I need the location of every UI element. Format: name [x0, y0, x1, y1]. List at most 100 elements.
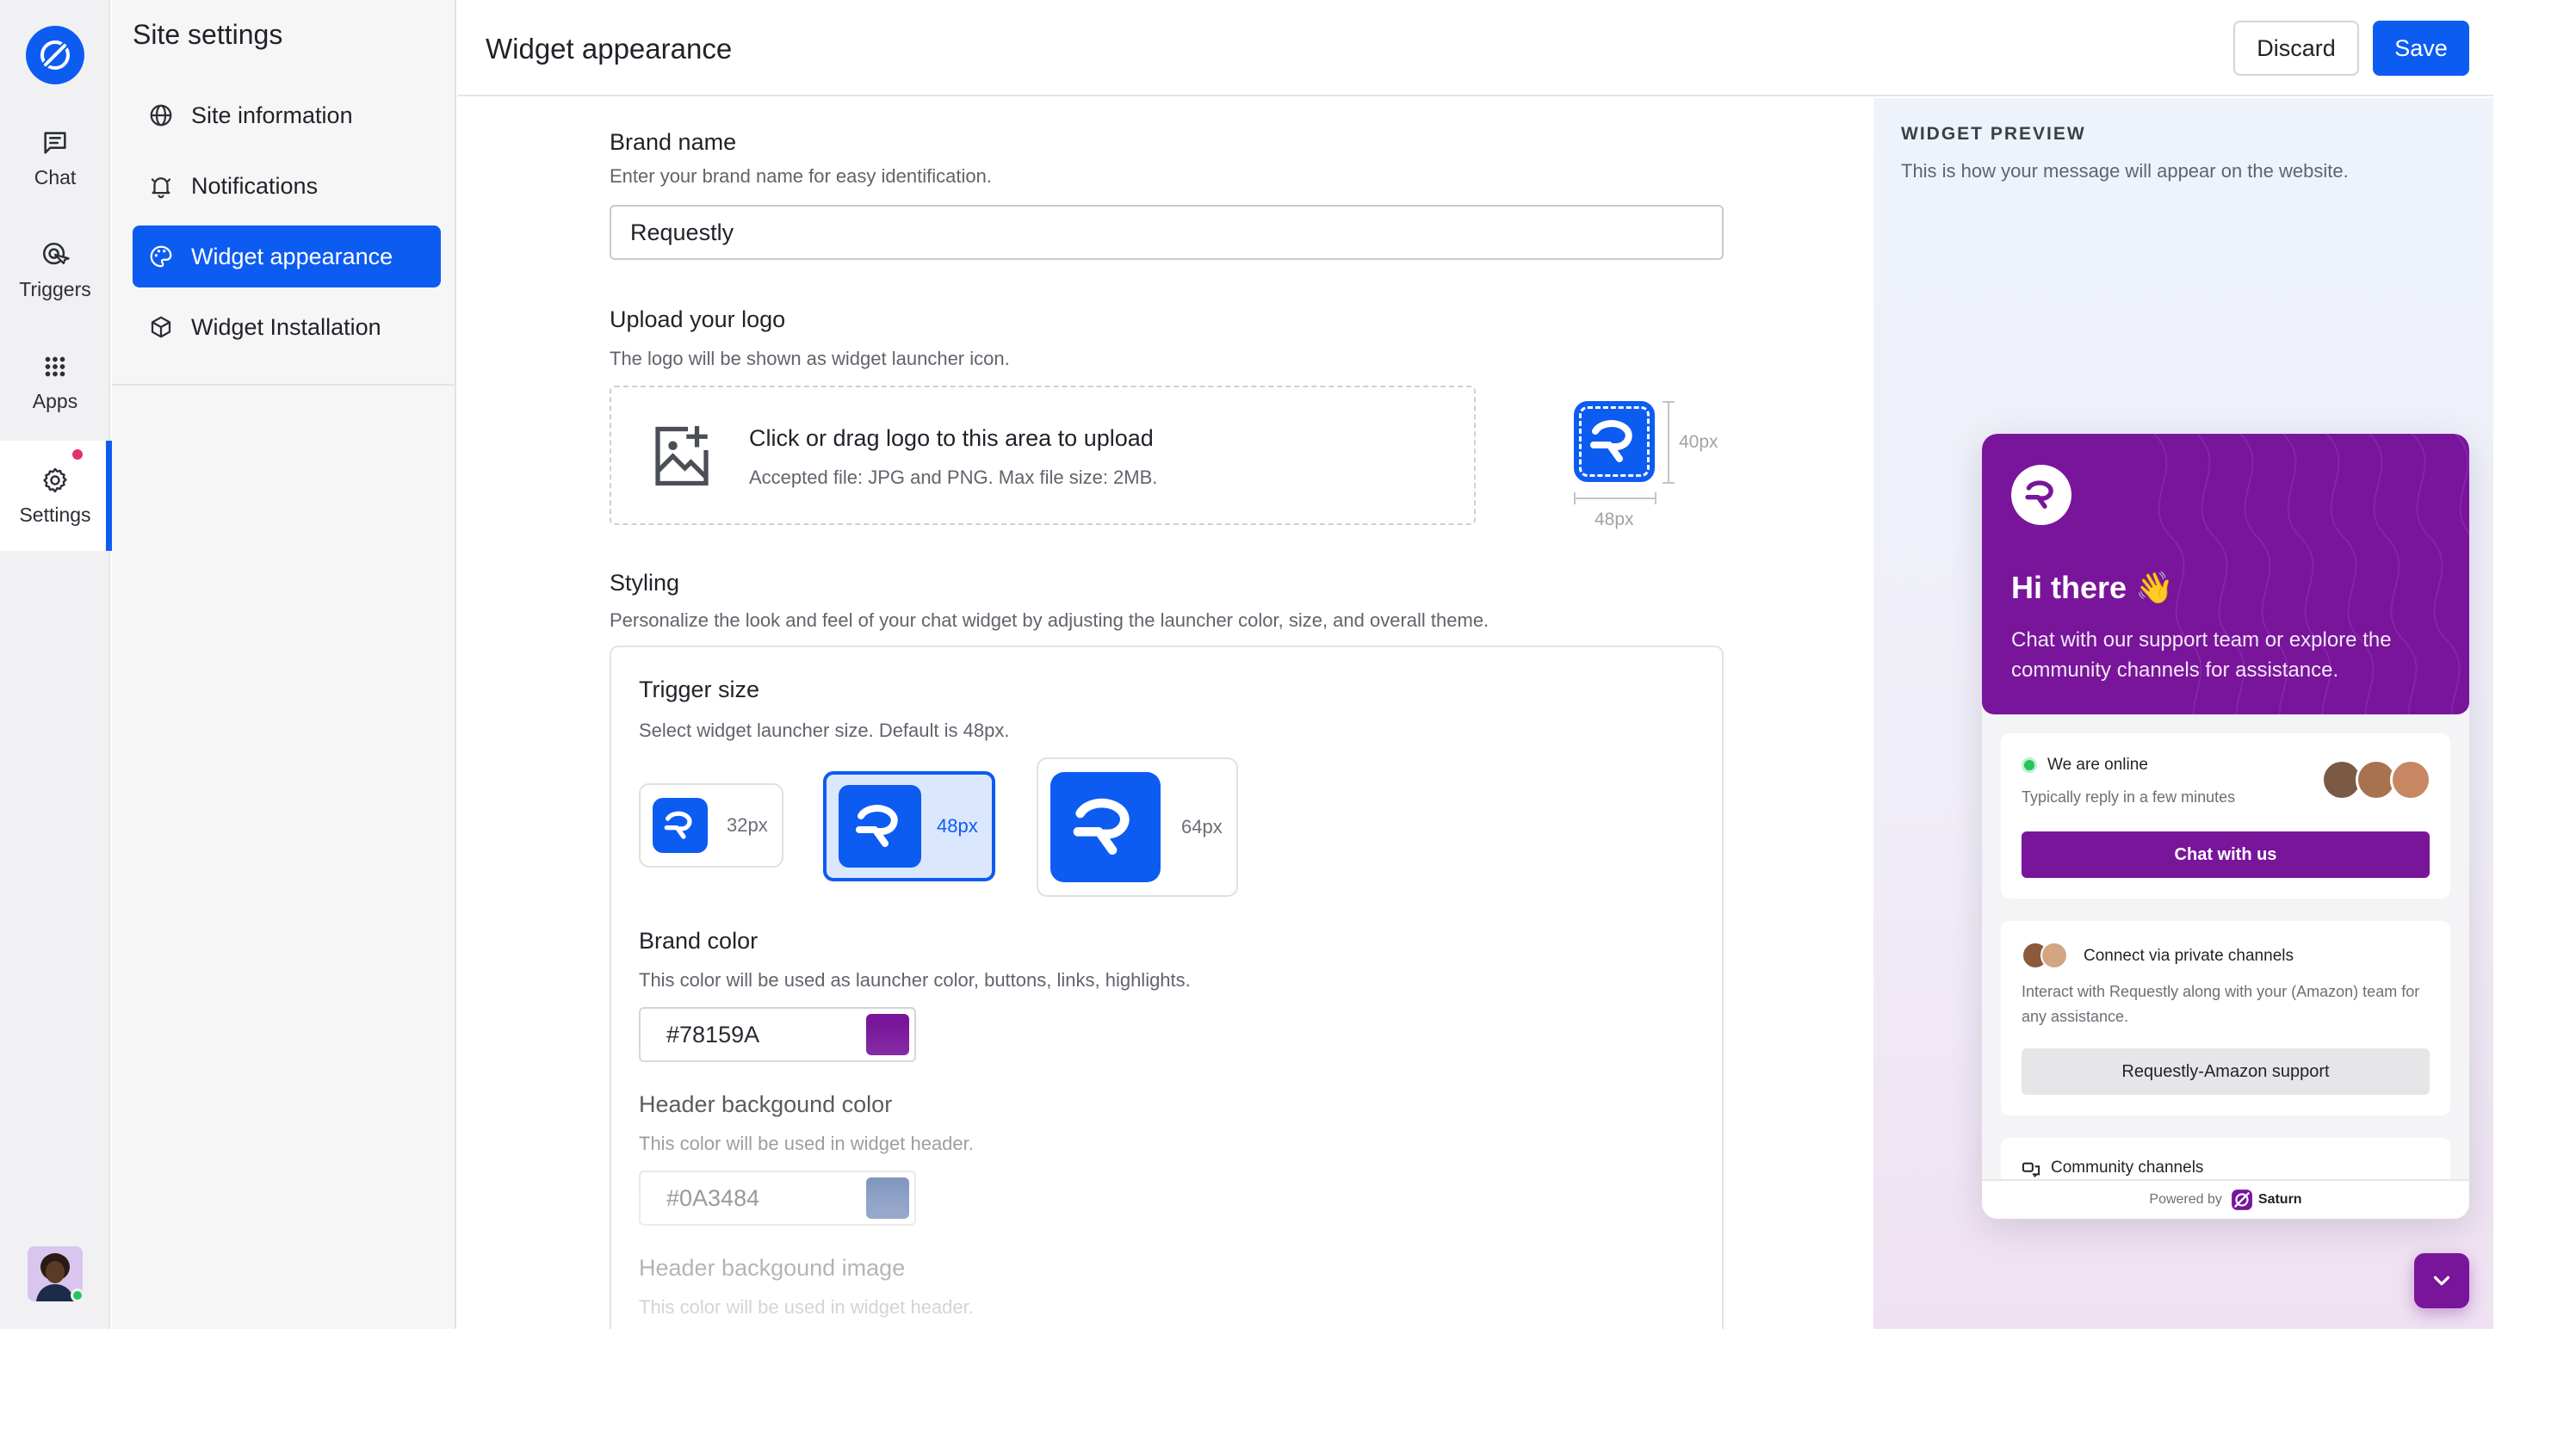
logo-preview [1574, 401, 1655, 482]
nav-item-label: Widget appearance [191, 243, 393, 269]
chat-icon [44, 131, 66, 154]
header-bg-color-field[interactable]: #0A3484 [639, 1171, 916, 1226]
brand-color-field[interactable]: #78159A [639, 1007, 916, 1062]
brand-name-input[interactable] [610, 205, 1724, 260]
widget-footer: Powered by Saturn [1982, 1179, 2469, 1219]
trigger-size-label: Trigger size [639, 677, 760, 702]
size-option-label: 32px [727, 814, 768, 836]
brand-color-help: This color will be used as launcher colo… [639, 969, 1191, 991]
rail-item-apps[interactable]: Apps [0, 327, 110, 437]
nav-item-site-information[interactable]: Site information [133, 84, 441, 146]
page-title: Widget appearance [486, 33, 733, 65]
reply-time-text: Typically reply in a few minutes [2022, 788, 2236, 806]
app-logo[interactable] [26, 26, 84, 84]
rail-item-label: Apps [32, 389, 78, 412]
cube-icon [151, 316, 171, 338]
powered-by-text: Powered by [2149, 1192, 2222, 1207]
requestly-logo-icon [2025, 480, 2053, 509]
logo-label: Upload your logo [610, 306, 786, 332]
save-button[interactable]: Save [2373, 21, 2469, 76]
image-upload-icon [655, 426, 709, 486]
brand-name-label: Brand name [610, 129, 737, 155]
nav-item-label: Widget Installation [191, 313, 381, 340]
styling-help: Personalize the look and feel of your ch… [610, 609, 1489, 631]
logo-width-label: 48px [1595, 510, 1634, 529]
community-channels-title: Community channels [2051, 1159, 2204, 1177]
styling-card: Trigger size Select widget launcher size… [610, 646, 1724, 1329]
brand-name-help: Enter your brand name for easy identific… [610, 165, 992, 187]
header-bg-color-label: Header backgound color [639, 1091, 893, 1117]
contact-avatar [2040, 942, 2068, 969]
gear-icon [43, 467, 67, 492]
rail-item-chat[interactable]: Chat [0, 103, 110, 213]
widget-description: Chat with our support team or explore th… [2011, 628, 2392, 682]
agent-avatar [2390, 759, 2431, 800]
preview-title: WIDGET PREVIEW [1901, 124, 2086, 144]
requestly-logo-icon [856, 805, 898, 847]
width-dimension-guide [1574, 492, 1656, 504]
launcher-logo-large [1050, 772, 1161, 882]
rail-item-label: Triggers [19, 277, 91, 300]
trigger-size-option-32[interactable]: 32px [639, 783, 783, 868]
private-channels-desc: Interact with Requestly along with your … [2022, 983, 2420, 1025]
widget-greeting: Hi there 👋 [2011, 570, 2174, 605]
widget-header: Hi there 👋 Chat with our support team or… [1982, 434, 2469, 714]
rail-item-label: Chat [34, 165, 77, 188]
header-bg-color-help: This color will be used in widget header… [639, 1133, 974, 1154]
online-status-text: We are online [2047, 756, 2148, 774]
bell-icon [151, 177, 171, 199]
logo-upload-dropzone[interactable]: Click or drag logo to this area to uploa… [610, 386, 1476, 525]
requestly-logo-icon [1073, 798, 1130, 856]
private-channels-card: Connect via private channels Interact wi… [2001, 921, 2450, 1115]
requestly-logo-icon [664, 811, 692, 839]
size-option-label: 48px [937, 815, 978, 837]
app-logo-icon [40, 40, 70, 70]
header-bg-image-help: This color will be used in widget header… [639, 1296, 974, 1318]
nav-item-notifications[interactable]: Notifications [133, 155, 441, 217]
header-bg-image-label: Header backgound image [639, 1255, 906, 1281]
widget-brand-logo [2011, 465, 2071, 525]
height-dimension-guide [1663, 401, 1675, 484]
trigger-size-option-48[interactable]: 48px [823, 771, 995, 881]
header-bg-color-value: #0A3484 [666, 1184, 760, 1211]
trigger-size-option-64[interactable]: 64px [1037, 757, 1238, 897]
upload-hint: Accepted file: JPG and PNG. Max file siz… [749, 467, 1158, 488]
app-window: Chat Triggers Apps Settings Site setting… [0, 0, 2493, 1329]
saturn-logo-icon [2231, 1190, 2252, 1210]
header-bg-color-swatch[interactable] [866, 1177, 909, 1219]
nav-item-widget-installation[interactable]: Widget Installation [133, 296, 441, 358]
brand-color-swatch[interactable] [866, 1014, 909, 1055]
globe-icon [150, 104, 172, 127]
widget-launcher-button[interactable] [2414, 1253, 2469, 1308]
saturn-brand[interactable]: Saturn [2231, 1189, 2302, 1211]
nav-divider [112, 384, 456, 386]
discard-button[interactable]: Discard [2233, 21, 2359, 76]
chat-widget-preview: Hi there 👋 Chat with our support team or… [1982, 434, 2469, 1219]
styling-label: Styling [610, 570, 680, 596]
launcher-logo-medium [839, 785, 921, 868]
page-header: Widget appearance Discard Save [458, 0, 2493, 96]
widget-preview-panel: WIDGET PREVIEW This is how your message … [1873, 98, 2493, 1329]
nav-item-widget-appearance[interactable]: Widget appearance [133, 226, 441, 287]
appearance-form: Brand name Enter your brand name for eas… [458, 98, 1873, 1329]
saturn-brand-name: Saturn [2257, 1192, 2302, 1207]
private-channels-title: Connect via private channels [2084, 947, 2294, 965]
nav-item-label: Notifications [191, 172, 319, 199]
notification-dot [72, 449, 83, 460]
launcher-logo-small [653, 798, 708, 853]
nav-item-label: Site information [191, 102, 353, 128]
online-support-card: We are online Typically reply in a few m… [2001, 733, 2450, 899]
settings-nav: Site settings Site information Notificat… [112, 0, 456, 1329]
main-rail: Chat Triggers Apps Settings [0, 0, 112, 1329]
triggers-icon [42, 242, 70, 264]
online-indicator [2022, 757, 2037, 773]
rail-item-triggers[interactable]: Triggers [0, 215, 110, 325]
logo-help: The logo will be shown as widget launche… [610, 348, 1010, 369]
private-support-button[interactable]: Requestly-Amazon support [2022, 1048, 2430, 1095]
preview-subtitle: This is how your message will appear on … [1901, 160, 2349, 182]
size-option-label: 64px [1181, 816, 1223, 837]
logo-height-label: 40px [1679, 432, 1718, 452]
brand-color-label: Brand color [639, 928, 759, 954]
chat-with-us-button[interactable]: Chat with us [2022, 831, 2430, 878]
rail-item-settings[interactable]: Settings [0, 441, 112, 551]
